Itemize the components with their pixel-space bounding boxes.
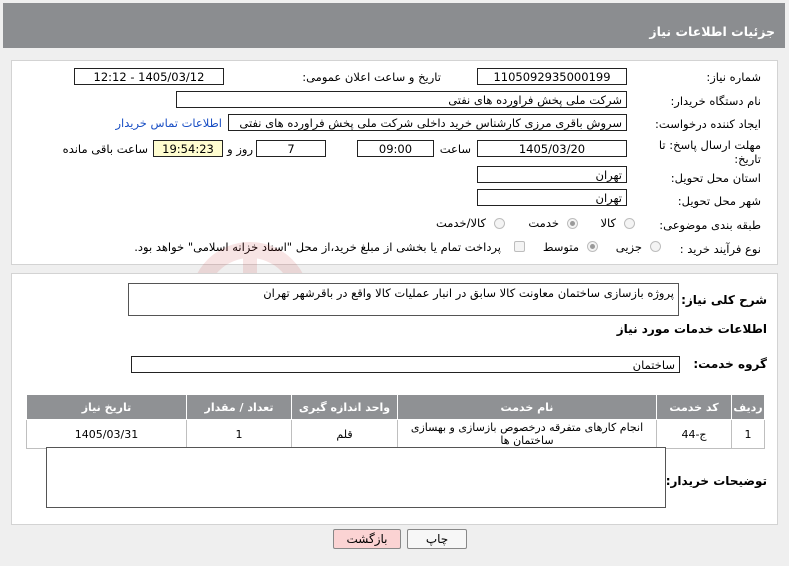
back-button[interactable]: بازگشت xyxy=(333,529,401,549)
buyer-notes-textarea[interactable] xyxy=(46,447,666,508)
page-title: جزئیات اطلاعات نیاز xyxy=(649,24,775,39)
deadline-date-field[interactable]: 1405/03/20 xyxy=(477,140,627,157)
category-radio-goods[interactable] xyxy=(624,218,635,229)
creator-field[interactable]: سروش باقری مرزی کارشناس خرید داخلی شرکت … xyxy=(228,114,627,131)
column-header-service-name: نام خدمت xyxy=(397,394,657,420)
description-label: شرح کلی نیاز: xyxy=(681,293,767,307)
deadline-label-line2: تاریخ: xyxy=(734,152,761,166)
city-field[interactable]: تهران xyxy=(477,189,627,206)
services-table: ردیف کد خدمت نام خدمت واحد اندازه گیری ت… xyxy=(26,394,765,449)
column-header-need-date: تاریخ نیاز xyxy=(26,394,187,420)
category-radio-service[interactable] xyxy=(567,218,578,229)
category-option-service: خدمت xyxy=(528,216,559,230)
announce-label: تاریخ و ساعت اعلان عمومی: xyxy=(302,70,441,84)
cell-service-name: انجام کارهای متفرقه درخصوص بازسازی و بهس… xyxy=(397,419,657,449)
remaining-time-label: ساعت باقی مانده xyxy=(62,142,148,156)
remaining-days-label: روز و xyxy=(227,142,253,156)
cell-service-code: ج-44 xyxy=(656,419,732,449)
deadline-time-label: ساعت xyxy=(439,142,471,156)
column-header-quantity: تعداد / مقدار xyxy=(186,394,292,420)
column-header-service-code: کد خدمت xyxy=(656,394,732,420)
column-header-unit: واحد اندازه گیری xyxy=(291,394,398,420)
description-textarea[interactable]: پروژه بازسازی ساختمان معاونت کالا سابق د… xyxy=(128,283,679,316)
service-group-field[interactable]: ساختمان xyxy=(131,356,680,373)
buyer-contact-link[interactable]: اطلاعات تماس خریدار xyxy=(115,116,222,130)
buyer-notes-label: توضیحات خریدار: xyxy=(665,474,767,488)
deadline-time-field[interactable]: 09:00 xyxy=(357,140,434,157)
remaining-time-field[interactable]: 19:54:23 xyxy=(153,140,223,157)
buyer-org-field[interactable]: شرکت ملی پخش فراورده های نفتی xyxy=(176,91,627,108)
description-text: پروژه بازسازی ساختمان معاونت کالا سابق د… xyxy=(263,286,674,300)
column-header-row-number: ردیف xyxy=(731,394,765,420)
category-option-goods-service: کالا/خدمت xyxy=(435,216,486,230)
deadline-label-line1: مهلت ارسال پاسخ: تا xyxy=(658,138,761,152)
province-field[interactable]: تهران xyxy=(477,166,627,183)
cell-unit: قلم xyxy=(291,419,398,449)
print-button[interactable]: چاپ xyxy=(407,529,467,549)
table-header-row: ردیف کد خدمت نام خدمت واحد اندازه گیری ت… xyxy=(26,394,765,420)
cell-row-number: 1 xyxy=(731,419,765,449)
remaining-days-field[interactable]: 7 xyxy=(256,140,326,157)
need-number-field[interactable]: 1105092935000199 xyxy=(477,68,627,85)
province-label: استان محل تحویل: xyxy=(670,171,761,185)
creator-label: ایجاد کننده درخواست: xyxy=(655,117,761,131)
city-label: شهر محل تحویل: xyxy=(677,194,761,208)
announce-datetime-field[interactable]: 1405/03/12 - 12:12 xyxy=(74,68,224,85)
category-label: طبقه بندی موضوعی: xyxy=(659,218,761,232)
buyer-org-label: نام دستگاه خریدار: xyxy=(670,94,761,108)
cell-need-date: 1405/03/31 xyxy=(26,419,187,449)
table-row[interactable]: 1 ج-44 انجام کارهای متفرقه درخصوص بازساز… xyxy=(26,419,765,449)
cell-quantity: 1 xyxy=(186,419,292,449)
services-section-title: اطلاعات خدمات مورد نیاز xyxy=(616,322,767,336)
need-number-label: شماره نیاز: xyxy=(706,70,761,84)
page-header: جزئیات اطلاعات نیاز xyxy=(3,3,785,48)
category-option-goods: کالا xyxy=(600,216,616,230)
category-radio-goods-service[interactable] xyxy=(494,218,505,229)
service-group-label: گروه خدمت: xyxy=(693,357,767,371)
